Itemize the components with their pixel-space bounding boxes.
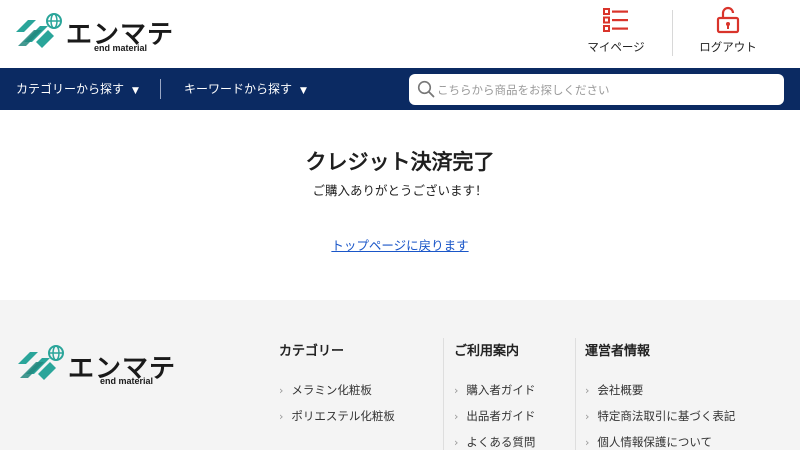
footer-column-title: カテゴリー: [279, 344, 345, 359]
footer-link[interactable]: › 特定商法取引に基づく表記: [585, 403, 735, 429]
category-search-label: カテゴリーから探す: [16, 82, 125, 96]
footer-link[interactable]: › ポリエステル化粧板: [279, 403, 395, 429]
unlock-icon: [716, 6, 740, 34]
search-input[interactable]: [437, 77, 777, 102]
back-to-top-link[interactable]: トップページに戻ります: [331, 238, 468, 253]
keyword-search-label: キーワードから探す: [184, 82, 293, 96]
footer-column-category: カテゴリー › メラミン化粧板 › ポリエステル化粧板: [279, 340, 395, 429]
logo-mark-icon: [16, 13, 62, 48]
footer-divider: [443, 338, 444, 450]
chevron-right-icon: ›: [585, 384, 590, 397]
back-link-wrapper: トップページに戻ります: [0, 235, 800, 254]
page-title: クレジット決済完了: [305, 150, 495, 174]
logout-button[interactable]: ログアウト: [680, 6, 776, 62]
footer-link[interactable]: › 出品者ガイド: [454, 403, 535, 429]
search-box[interactable]: [409, 74, 784, 105]
keyword-search-menu[interactable]: キーワードから探す ▼: [184, 68, 307, 110]
logout-label: ログアウト: [699, 40, 757, 54]
footer-logo[interactable]: エンマテ end material: [16, 344, 186, 388]
list-icon: [603, 8, 628, 32]
nav-divider: [160, 79, 161, 99]
chevron-right-icon: ›: [454, 384, 459, 397]
site-header: エンマテ end material マイページ ログアウト: [0, 0, 800, 68]
footer-column-guide: ご利用案内 › 購入者ガイド › 出品者ガイド › よくある質問: [454, 340, 535, 450]
caret-down-icon: ▼: [300, 86, 307, 96]
footer-link[interactable]: › よくある質問: [454, 429, 535, 450]
header-divider: [672, 10, 673, 56]
footer-divider: [575, 338, 576, 450]
caret-down-icon: ▼: [132, 86, 139, 96]
chevron-right-icon: ›: [585, 410, 590, 423]
footer-column-title: 運営者情報: [585, 344, 651, 359]
mypage-button[interactable]: マイページ: [568, 6, 664, 62]
footer-column-operator: 運営者情報 › 会社概要 › 特定商法取引に基づく表記 › 個人情報保護について: [585, 340, 735, 450]
chevron-right-icon: ›: [454, 436, 459, 449]
footer-link[interactable]: › 購入者ガイド: [454, 377, 535, 403]
site-logo[interactable]: エンマテ end material: [14, 12, 184, 56]
footer-link[interactable]: › 会社概要: [585, 377, 735, 403]
thanks-message: ご購入ありがとうございます！: [312, 183, 488, 198]
chevron-right-icon: ›: [279, 384, 284, 397]
logo-mark-icon: [18, 345, 64, 380]
site-footer: エンマテ end material カテゴリー › メラミン化粧板 › ポリエステル…: [0, 300, 800, 450]
footer-link[interactable]: › 個人情報保護について: [585, 429, 735, 450]
chevron-right-icon: ›: [279, 410, 284, 423]
mypage-label: マイページ: [587, 40, 645, 54]
footer-link[interactable]: › メラミン化粧板: [279, 377, 395, 403]
search-icon: [417, 80, 435, 98]
logo-subtext: end material: [94, 43, 148, 53]
footer-column-title: ご利用案内: [454, 344, 520, 359]
category-search-menu[interactable]: カテゴリーから探す ▼: [16, 68, 139, 110]
chevron-right-icon: ›: [454, 410, 459, 423]
chevron-right-icon: ›: [585, 436, 590, 449]
footer-logo-subtext: end material: [100, 376, 154, 386]
